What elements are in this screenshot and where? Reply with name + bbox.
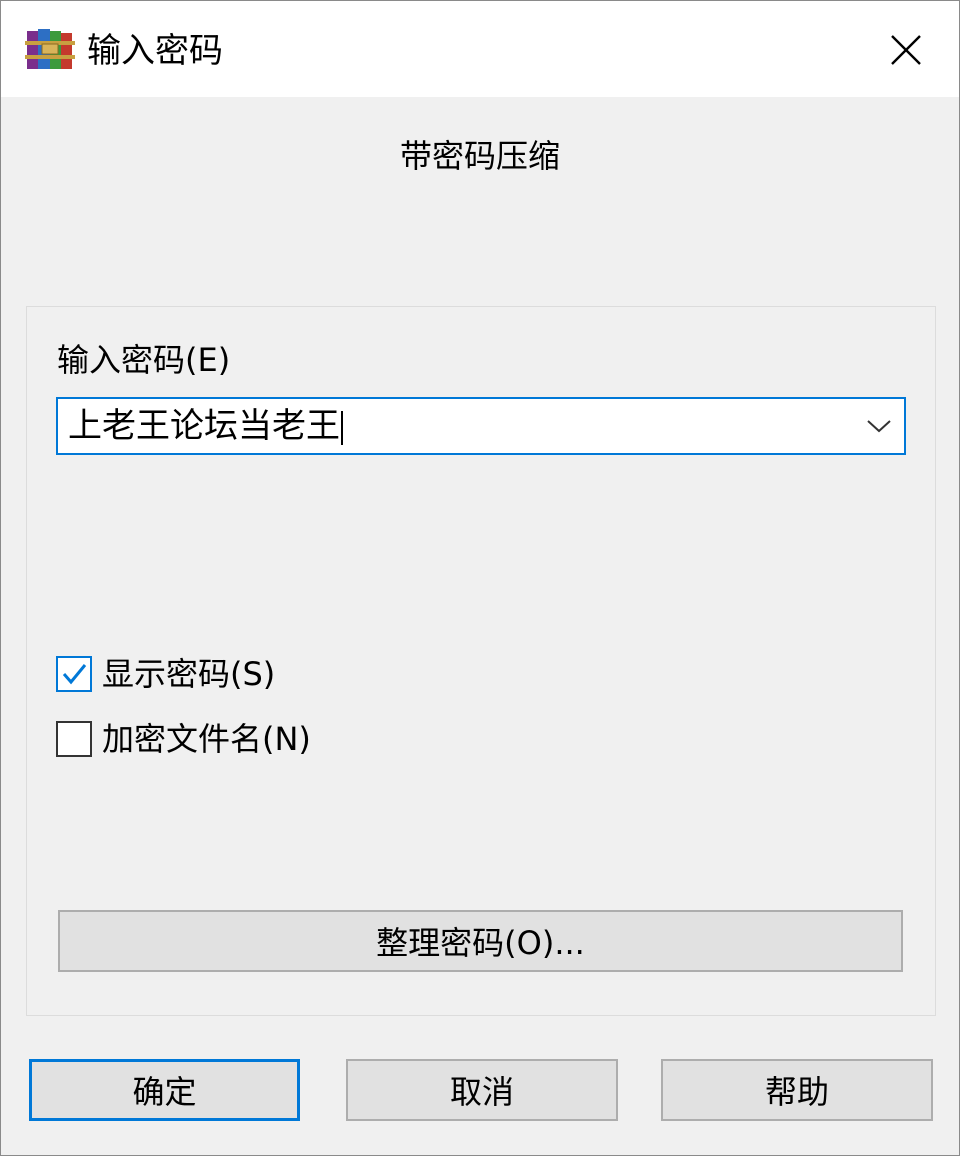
winrar-books-icon xyxy=(25,27,75,71)
text-caret xyxy=(341,410,343,445)
chevron-down-icon xyxy=(867,420,891,433)
cancel-button[interactable]: 取消 xyxy=(346,1059,618,1121)
close-button[interactable] xyxy=(871,15,941,85)
show-password-checkbox[interactable] xyxy=(56,656,92,692)
title-bar[interactable]: 输入密码 xyxy=(1,1,959,97)
encrypt-filenames-checkbox[interactable] xyxy=(56,721,92,757)
dialog-header: 带密码压缩 xyxy=(399,137,560,175)
dropdown-button[interactable] xyxy=(862,409,896,443)
show-password-option[interactable]: 显示密码(S) xyxy=(56,651,275,697)
password-label: 输入密码(E) xyxy=(57,341,231,379)
encrypt-filenames-label: 加密文件名(N) xyxy=(102,720,311,758)
close-icon xyxy=(891,35,921,65)
help-button[interactable]: 帮助 xyxy=(661,1059,933,1121)
window-title: 输入密码 xyxy=(87,31,223,71)
ok-button[interactable]: 确定 xyxy=(29,1059,300,1121)
checkmark-icon xyxy=(62,664,87,685)
organize-passwords-button[interactable]: 整理密码(O)... xyxy=(58,910,903,972)
password-combobox[interactable]: 上老王论坛当老王 xyxy=(56,397,906,455)
show-password-label: 显示密码(S) xyxy=(102,655,276,693)
password-input[interactable]: 上老王论坛当老王 xyxy=(68,401,343,451)
password-value: 上老王论坛当老王 xyxy=(68,406,340,446)
password-dialog: 输入密码 带密码压缩 输入密码(E) 上老王论坛当老王 显示密码(S) 加密文件… xyxy=(0,0,960,1156)
encrypt-filenames-option[interactable]: 加密文件名(N) xyxy=(56,716,311,762)
